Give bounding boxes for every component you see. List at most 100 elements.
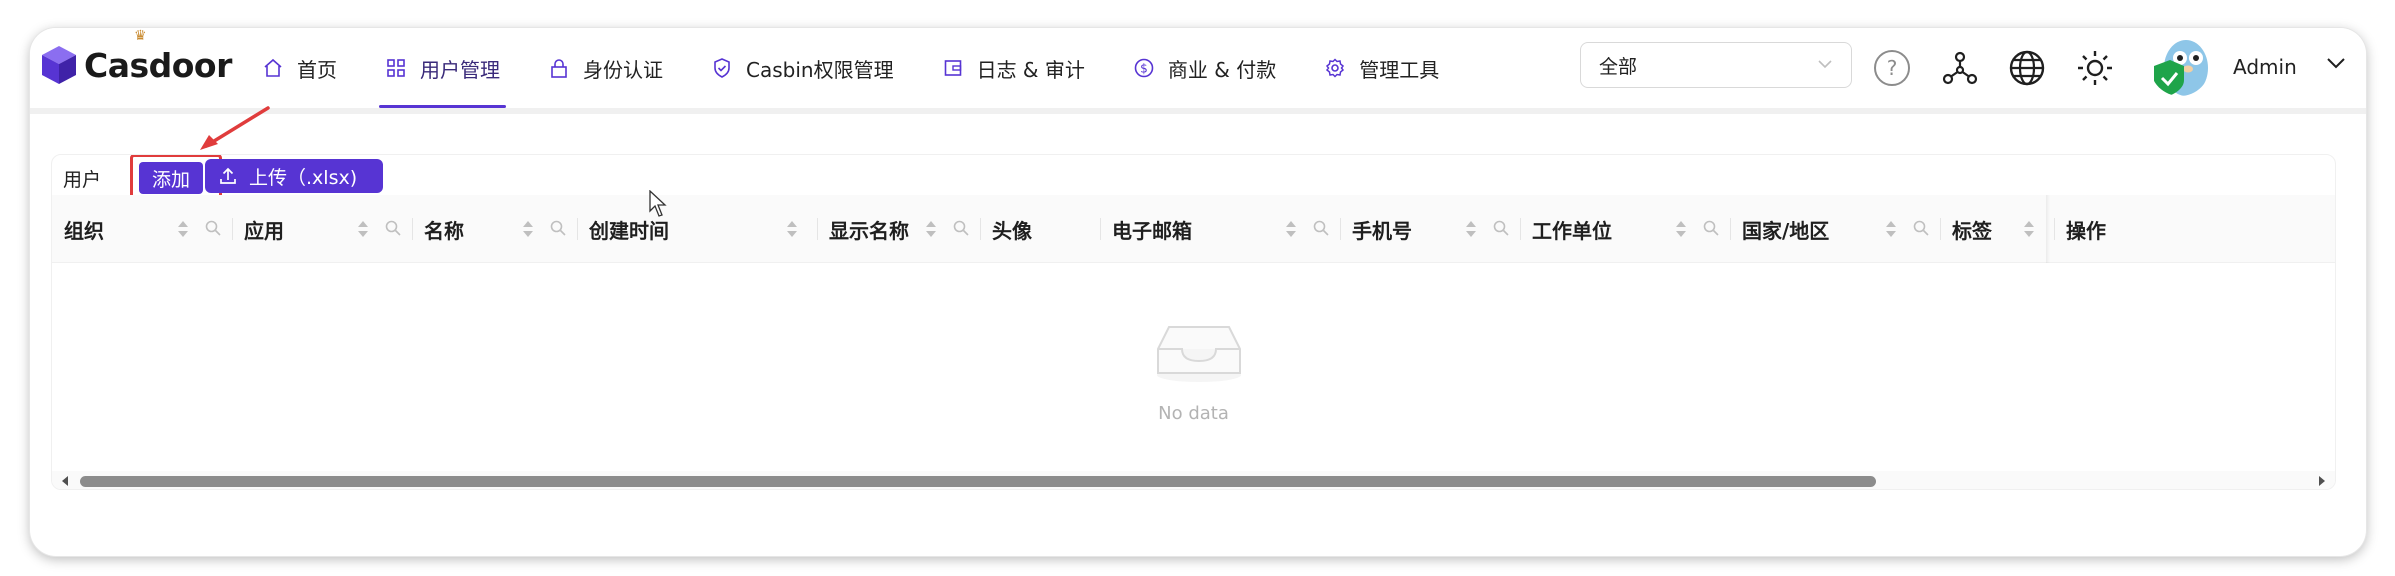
search-icon[interactable]: [204, 219, 222, 237]
wallet-icon: [942, 57, 964, 79]
sort-icon[interactable]: [521, 219, 535, 239]
safety-check-icon: [711, 57, 733, 79]
column-header[interactable]: 创建时间: [577, 195, 817, 263]
column-header[interactable]: 操作: [2054, 195, 2335, 263]
column-header[interactable]: 工作单位: [1520, 195, 1730, 263]
search-icon[interactable]: [549, 219, 567, 237]
column-header-label: 电子邮箱: [1112, 218, 1192, 243]
upload-xlsx-button[interactable]: 上传（.xlsx): [205, 159, 383, 193]
sort-icon[interactable]: [924, 219, 938, 239]
column-header[interactable]: 显示名称: [817, 195, 980, 263]
search-icon[interactable]: [1312, 219, 1330, 237]
tour-button[interactable]: [1940, 48, 1980, 88]
nav-item-authentication[interactable]: 身份认证: [532, 28, 679, 108]
nav-item-user-management[interactable]: 用户管理: [369, 28, 516, 108]
card-title: 用户: [63, 169, 102, 191]
scrollbar-thumb[interactable]: [80, 476, 1876, 487]
search-icon[interactable]: [384, 219, 402, 237]
column-header-label: 显示名称: [829, 218, 909, 243]
nav-item-home[interactable]: 首页: [246, 28, 353, 108]
language-button[interactable]: [2007, 48, 2047, 88]
dollar-circle-icon: $: [1133, 57, 1155, 79]
upload-label: 上传（.xlsx): [249, 166, 358, 189]
column-header[interactable]: 应用: [232, 195, 412, 263]
sort-icon[interactable]: [1674, 219, 1688, 239]
gopher-avatar-icon: [2150, 36, 2210, 96]
search-icon[interactable]: [1702, 219, 1720, 237]
column-header[interactable]: 电子邮箱: [1100, 195, 1340, 263]
app-window: Casdoor ♛ 首页 用户管理 身份认证 Casbin权限管理 日志 & 审…: [30, 28, 2366, 556]
empty-inbox-icon: [1157, 326, 1241, 382]
theme-toggle-button[interactable]: [2075, 48, 2115, 88]
nav-item-label: 日志 & 审计: [976, 57, 1085, 82]
svg-text:?: ?: [1887, 56, 1898, 80]
column-header[interactable]: 手机号: [1340, 195, 1520, 263]
nav-item-label: 身份认证: [583, 57, 663, 82]
main-nav: 首页 用户管理 身份认证 Casbin权限管理 日志 & 审计 $ 商业 & 付…: [246, 28, 1471, 108]
sort-icon[interactable]: [1464, 219, 1478, 239]
casdoor-logo[interactable]: Casdoor ♛: [40, 28, 232, 90]
home-icon: [262, 57, 284, 79]
column-header-label: 工作单位: [1532, 218, 1612, 243]
column-header-label: 应用: [244, 218, 284, 243]
question-circle-icon: ?: [1874, 50, 1910, 86]
column-header[interactable]: 国家/地区: [1730, 195, 1940, 263]
brand-name: Casdoor: [84, 45, 232, 85]
column-header[interactable]: 头像: [980, 195, 1100, 263]
column-header[interactable]: 名称: [412, 195, 577, 263]
sort-icon[interactable]: [2022, 219, 2036, 239]
column-header-label: 创建时间: [589, 218, 669, 243]
nav-item-admin-tools[interactable]: 管理工具: [1308, 28, 1455, 108]
crown-icon: ♛: [134, 28, 147, 44]
horizontal-scrollbar[interactable]: [52, 471, 2335, 489]
avatar[interactable]: [2150, 36, 2210, 96]
empty-state: No data: [52, 263, 2335, 471]
nav-item-business-payment[interactable]: $ 商业 & 付款: [1117, 28, 1292, 108]
sort-icon[interactable]: [1284, 219, 1298, 239]
sort-icon[interactable]: [785, 219, 799, 239]
top-header: Casdoor ♛ 首页 用户管理 身份认证 Casbin权限管理 日志 & 审…: [30, 28, 2366, 114]
nav-item-label: Casbin权限管理: [746, 57, 894, 82]
users-table-card: 用户 添加 上传（.xlsx) 组织 应用 名称 创建时间 显示名称 头像 电子邮箱 手机号 工…: [51, 154, 2336, 490]
nav-item-casbin[interactable]: Casbin权限管理: [695, 28, 910, 108]
lock-icon: [548, 57, 570, 79]
column-header-label: 标签: [1952, 218, 1992, 243]
column-header-label: 操作: [2066, 218, 2106, 243]
sort-icon[interactable]: [1884, 219, 1898, 239]
search-icon[interactable]: [1492, 219, 1510, 237]
fixed-column-shadow: [2046, 195, 2050, 263]
column-header-label: 名称: [424, 218, 464, 243]
sun-icon: [2078, 51, 2112, 85]
search-icon[interactable]: [1912, 219, 1930, 237]
annotation-arrow-icon: [200, 106, 270, 150]
empty-text: No data: [1158, 403, 1229, 424]
nav-item-label: 商业 & 付款: [1167, 57, 1277, 82]
casdoor-cube-icon: [42, 46, 76, 84]
column-header-label: 头像: [992, 218, 1032, 243]
column-header[interactable]: 组织: [52, 195, 232, 263]
column-header[interactable]: 标签: [1940, 195, 2054, 263]
nav-item-label: 管理工具: [1359, 57, 1440, 82]
user-name[interactable]: Admin: [2233, 55, 2297, 79]
globe-icon: [2009, 50, 2045, 86]
add-user-button[interactable]: 添加: [139, 162, 203, 194]
appstore-icon: [385, 57, 407, 79]
sort-icon[interactable]: [356, 219, 370, 239]
sort-icon[interactable]: [176, 219, 190, 239]
scroll-left-icon[interactable]: [60, 475, 70, 487]
help-button[interactable]: ?: [1872, 48, 1912, 88]
column-header-label: 组织: [64, 218, 104, 243]
chevron-down-icon: [1818, 60, 1832, 69]
nav-item-label: 用户管理: [420, 57, 500, 82]
svg-text:$: $: [1140, 62, 1148, 76]
search-icon[interactable]: [952, 219, 970, 237]
column-header-label: 国家/地区: [1742, 218, 1830, 243]
nav-item-label: 首页: [297, 57, 337, 82]
scroll-right-icon[interactable]: [2317, 475, 2327, 487]
mouse-cursor-icon: [649, 190, 667, 217]
organization-select-value: 全部: [1599, 55, 1638, 78]
chevron-down-icon[interactable]: [2326, 56, 2346, 70]
organization-select[interactable]: 全部: [1580, 42, 1852, 88]
table-header: 组织 应用 名称 创建时间 显示名称 头像 电子邮箱 手机号 工作单位 国家/地区 标签 操作: [52, 195, 2335, 263]
nav-item-logs-audit[interactable]: 日志 & 审计: [926, 28, 1101, 108]
